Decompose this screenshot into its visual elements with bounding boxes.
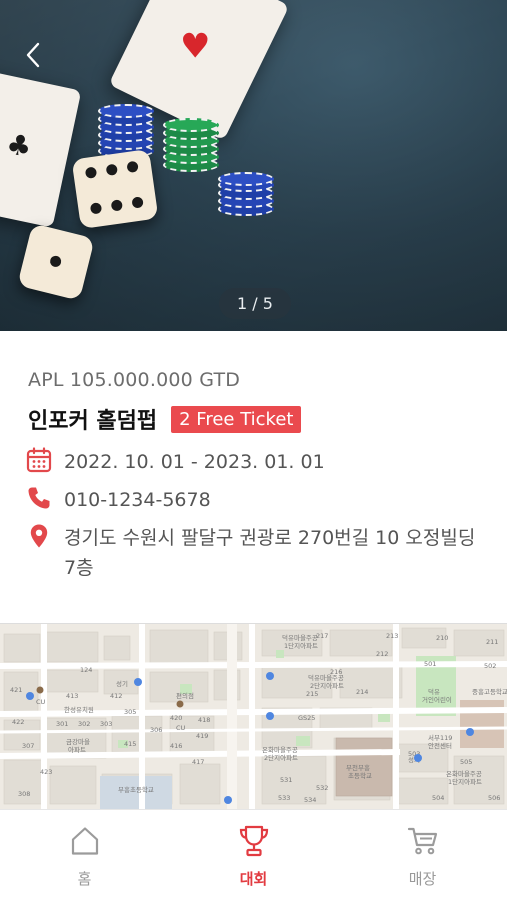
event-phone[interactable]: 010-1234-5678 xyxy=(64,485,211,515)
location-map[interactable]: 덕유마을주공 1단지아파트 덕유마을주공 2단지아파트 한성유치원 금강마을 아… xyxy=(0,623,507,809)
svg-text:417: 417 xyxy=(192,758,204,766)
svg-text:415: 415 xyxy=(124,740,136,748)
map-label-apt1: 덕유마을주공 xyxy=(282,633,318,642)
title-row: 인포커 홀덤펍 2 Free Ticket xyxy=(28,403,302,435)
svg-text:초등학교: 초등학교 xyxy=(348,771,372,780)
svg-text:214: 214 xyxy=(356,688,368,696)
svg-text:부흥초등학교: 부흥초등학교 xyxy=(118,785,154,794)
svg-text:531: 531 xyxy=(280,776,292,784)
free-ticket-badge: 2 Free Ticket xyxy=(171,405,302,433)
svg-text:501: 501 xyxy=(424,660,436,668)
calendar-icon xyxy=(26,447,52,473)
svg-text:온화마을주공: 온화마을주공 xyxy=(262,745,298,754)
svg-text:성기: 성기 xyxy=(116,679,128,688)
svg-text:1단지아파트: 1단지아파트 xyxy=(448,777,482,786)
svg-text:부천부흥: 부천부흥 xyxy=(346,763,370,772)
image-counter: 1 / 5 xyxy=(219,288,291,319)
svg-text:533: 533 xyxy=(278,794,290,802)
location-pin-icon xyxy=(30,524,48,548)
nav-item-tournament[interactable]: 대회 xyxy=(169,810,338,900)
event-date: 2022. 10. 01 - 2023. 01. 01 xyxy=(64,451,325,473)
svg-text:1단지아파트: 1단지아파트 xyxy=(284,641,318,650)
svg-text:303: 303 xyxy=(100,720,112,728)
svg-text:CU: CU xyxy=(36,698,46,706)
svg-text:124: 124 xyxy=(80,666,92,674)
svg-text:502: 502 xyxy=(484,662,496,670)
svg-text:532: 532 xyxy=(316,784,328,792)
svg-text:307: 307 xyxy=(22,742,34,750)
svg-text:CU: CU xyxy=(176,724,186,732)
event-price: APL 105.000.000 GTD xyxy=(28,369,241,391)
svg-text:217: 217 xyxy=(316,632,328,640)
svg-text:아파트: 아파트 xyxy=(68,745,86,754)
svg-text:301: 301 xyxy=(56,720,68,728)
svg-text:216: 216 xyxy=(330,668,342,676)
svg-text:GS25: GS25 xyxy=(298,714,315,722)
nav-label-home: 홈 xyxy=(77,870,92,888)
svg-text:418: 418 xyxy=(198,716,210,724)
chevron-left-icon xyxy=(26,42,40,68)
svg-text:505: 505 xyxy=(460,758,472,766)
svg-text:504: 504 xyxy=(432,794,444,802)
back-button[interactable] xyxy=(18,38,48,72)
svg-text:편의점: 편의점 xyxy=(176,691,194,700)
svg-text:210: 210 xyxy=(436,634,448,642)
svg-text:413: 413 xyxy=(66,692,78,700)
bottom-navigation: 홈 대회 매장 xyxy=(0,809,507,900)
svg-text:2단지아파트: 2단지아파트 xyxy=(264,753,298,762)
svg-text:211: 211 xyxy=(486,638,498,646)
svg-text:420: 420 xyxy=(170,714,182,722)
svg-text:거인어린이: 거인어린이 xyxy=(422,695,452,704)
svg-text:308: 308 xyxy=(18,790,30,798)
dice-image xyxy=(71,148,159,230)
club-suit-icon: ♣ xyxy=(3,126,35,165)
svg-text:422: 422 xyxy=(12,718,24,726)
phone-icon xyxy=(28,487,50,509)
address-row: 경기도 수원시 팔달구 권광로 270번길 10 오정빌딩 7층 xyxy=(26,523,486,583)
nav-item-store[interactable]: 매장 xyxy=(338,810,507,900)
svg-text:419: 419 xyxy=(196,732,208,740)
cart-icon xyxy=(407,827,437,855)
svg-text:2단지아파트: 2단지아파트 xyxy=(310,681,344,690)
hero-image[interactable]: ♣ ♥ 1 / 5 xyxy=(0,0,507,331)
date-row: 2022. 10. 01 - 2023. 01. 01 xyxy=(26,447,325,477)
nav-label-tournament: 대회 xyxy=(239,870,268,888)
svg-text:412: 412 xyxy=(110,692,122,700)
svg-text:534: 534 xyxy=(304,796,316,804)
event-info: APL 105.000.000 GTD 인포커 홀덤펍 2 Free Ticke… xyxy=(0,331,507,623)
nav-label-store: 매장 xyxy=(408,870,437,888)
svg-text:416: 416 xyxy=(170,742,182,750)
home-icon xyxy=(71,827,98,855)
svg-text:안전센터: 안전센터 xyxy=(428,741,452,750)
svg-text:덕유: 덕유 xyxy=(428,687,440,696)
svg-text:금강마을: 금강마을 xyxy=(66,737,90,746)
svg-text:506: 506 xyxy=(488,794,500,802)
phone-row[interactable]: 010-1234-5678 xyxy=(26,485,211,515)
svg-text:421: 421 xyxy=(10,686,22,694)
nav-item-home[interactable]: 홈 xyxy=(0,810,169,900)
svg-text:302: 302 xyxy=(78,720,90,728)
svg-text:서부119: 서부119 xyxy=(428,733,452,742)
trophy-icon xyxy=(239,825,268,857)
svg-text:212: 212 xyxy=(376,650,388,658)
svg-text:213: 213 xyxy=(386,632,398,640)
svg-text:중흥고등학교: 중흥고등학교 xyxy=(472,687,507,696)
event-address: 경기도 수원시 팔달구 권광로 270번길 10 오정빌딩 7층 xyxy=(64,527,476,579)
heart-suit-icon: ♥ xyxy=(179,26,211,67)
event-title: 인포커 홀덤펍 xyxy=(28,409,158,434)
svg-text:215: 215 xyxy=(306,690,318,698)
svg-text:온화마을주공: 온화마을주공 xyxy=(446,769,482,778)
svg-text:423: 423 xyxy=(40,768,52,776)
svg-text:305: 305 xyxy=(124,708,136,716)
map-canvas[interactable]: 덕유마을주공 1단지아파트 덕유마을주공 2단지아파트 한성유치원 금강마을 아… xyxy=(0,624,507,809)
svg-text:306: 306 xyxy=(150,726,162,734)
svg-text:한성유치원: 한성유치원 xyxy=(64,705,94,714)
